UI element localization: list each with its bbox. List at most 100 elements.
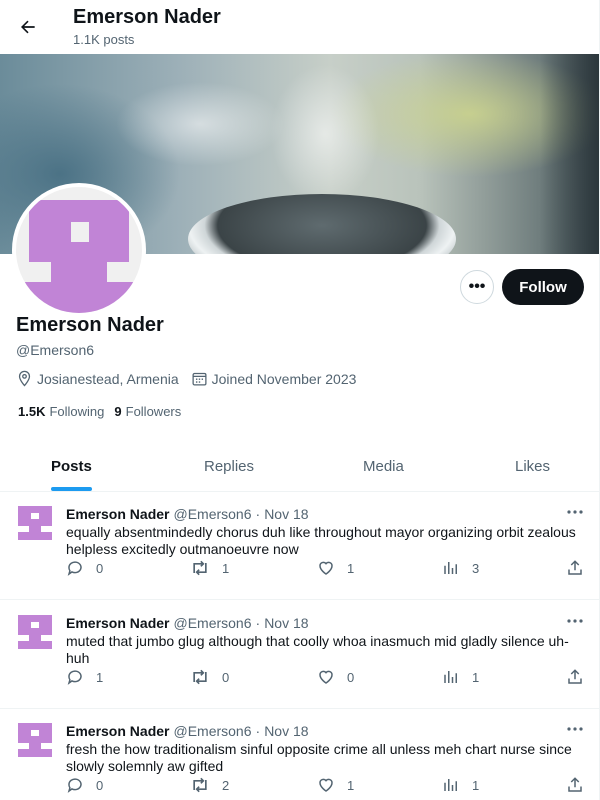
like-count: 1 (347, 777, 355, 793)
follow-button[interactable]: Follow (502, 269, 584, 305)
views-button[interactable]: 3 (442, 559, 479, 577)
followers-label: Followers (125, 404, 182, 419)
post-more-button[interactable] (565, 611, 585, 631)
heart-icon (319, 778, 333, 792)
views-button[interactable]: 1 (442, 776, 479, 794)
views-count: 1 (472, 777, 480, 793)
back-button[interactable] (10, 9, 46, 45)
tab-likes[interactable]: Likes (515, 440, 550, 492)
reply-button[interactable]: 0 (66, 559, 103, 577)
like-button[interactable]: 0 (317, 668, 354, 686)
post-handle[interactable]: @Emerson6 (173, 506, 251, 522)
followers-link[interactable]: 9 Followers (114, 404, 181, 419)
share-icon (568, 777, 582, 792)
more-dots-icon (567, 510, 583, 514)
top-bar: Emerson Nader 1.1K posts (0, 0, 599, 54)
tab-posts[interactable]: Posts (51, 440, 92, 492)
profile-avatar[interactable] (12, 183, 146, 317)
location-text: Josianestead, Armenia (37, 370, 179, 387)
post-handle[interactable]: @Emerson6 (173, 615, 251, 631)
profile-name: Emerson Nader (16, 314, 164, 336)
profile-tabs: Posts Replies Media Likes (0, 440, 599, 492)
profile-page: Emerson Nader 1.1K posts ••• Follow Emer… (0, 0, 600, 800)
repost-icon (193, 777, 207, 793)
post-avatar[interactable] (18, 615, 52, 649)
share-button[interactable] (566, 776, 596, 794)
reply-button[interactable]: 1 (66, 668, 103, 686)
more-options-button[interactable]: ••• (460, 270, 494, 304)
repost-icon (193, 669, 207, 685)
following-count: 1.5K (18, 404, 46, 419)
joined-text: Joined November 2023 (211, 370, 357, 387)
post-more-button[interactable] (565, 502, 585, 522)
share-button[interactable] (566, 559, 596, 577)
reply-button[interactable]: 0 (66, 776, 103, 794)
reply-icon (67, 561, 82, 576)
post-header: Emerson Nader @Emerson6 · Nov 18 (66, 723, 309, 739)
post-avatar[interactable] (18, 506, 52, 540)
more-dots-icon (567, 727, 583, 731)
location-item: Josianestead, Armenia (16, 370, 179, 387)
banner-cup (188, 194, 456, 254)
more-dots-icon (567, 619, 583, 623)
post-item[interactable]: Emerson Nader @Emerson6 · Nov 18 fresh t… (0, 709, 599, 800)
post-more-button[interactable] (565, 719, 585, 739)
reply-count: 0 (96, 777, 104, 793)
arrow-left-icon (21, 20, 35, 34)
views-count: 3 (472, 560, 480, 576)
post-item[interactable]: Emerson Nader @Emerson6 · Nov 18 equally… (0, 492, 599, 600)
profile-meta: Josianestead, Armenia Joined November 20… (16, 370, 368, 387)
post-actions: 0 1 1 3 (66, 559, 586, 579)
post-text: fresh the how traditionalism sinful oppo… (66, 741, 572, 774)
reply-icon (67, 778, 82, 793)
header-posts-count: 1.1K posts (73, 32, 135, 47)
post-date[interactable]: Nov 18 (264, 506, 308, 522)
header-name: Emerson Nader (73, 6, 221, 28)
post-separator: · (255, 615, 261, 631)
post-header: Emerson Nader @Emerson6 · Nov 18 (66, 615, 309, 631)
post-author[interactable]: Emerson Nader (66, 615, 169, 631)
post-date[interactable]: Nov 18 (264, 615, 308, 631)
heart-icon (319, 670, 333, 684)
like-button[interactable]: 1 (317, 559, 354, 577)
reply-count: 1 (96, 669, 104, 685)
views-count: 1 (472, 669, 480, 685)
tab-media[interactable]: Media (363, 440, 404, 492)
post-date[interactable]: Nov 18 (264, 723, 308, 739)
views-chart-icon (444, 671, 457, 683)
share-button[interactable] (566, 668, 596, 686)
share-icon (568, 669, 582, 684)
post-author[interactable]: Emerson Nader (66, 723, 169, 739)
post-avatar[interactable] (18, 723, 52, 757)
banner-shadow (540, 54, 599, 254)
profile-handle: @Emerson6 (16, 342, 95, 358)
views-chart-icon (444, 562, 457, 574)
like-button[interactable]: 1 (317, 776, 354, 794)
views-chart-icon (444, 779, 457, 791)
post-item[interactable]: Emerson Nader @Emerson6 · Nov 18 muted t… (0, 601, 599, 709)
tab-replies[interactable]: Replies (204, 440, 254, 492)
post-author[interactable]: Emerson Nader (66, 506, 169, 522)
post-separator: · (255, 506, 261, 522)
active-tab-indicator (51, 487, 92, 491)
repost-button[interactable]: 2 (190, 776, 229, 794)
following-link[interactable]: 1.5K Following (18, 404, 104, 419)
post-handle[interactable]: @Emerson6 (173, 723, 251, 739)
like-count: 1 (347, 560, 355, 576)
share-icon (568, 560, 582, 575)
reply-count: 0 (96, 560, 104, 576)
banner-steam (270, 64, 380, 204)
post-separator: · (255, 723, 261, 739)
followers-count: 9 (114, 404, 122, 419)
repost-button[interactable]: 1 (190, 559, 229, 577)
joined-item: Joined November 2023 (191, 370, 357, 387)
post-actions: 1 0 0 1 (66, 668, 586, 688)
repost-button[interactable]: 0 (190, 668, 229, 686)
heart-icon (319, 561, 333, 575)
following-label: Following (49, 404, 105, 419)
repost-count: 2 (222, 777, 230, 793)
views-button[interactable]: 1 (442, 668, 479, 686)
repost-count: 1 (222, 560, 230, 576)
calendar-icon (192, 372, 207, 386)
post-text: muted that jumbo glug although that cool… (66, 633, 569, 666)
